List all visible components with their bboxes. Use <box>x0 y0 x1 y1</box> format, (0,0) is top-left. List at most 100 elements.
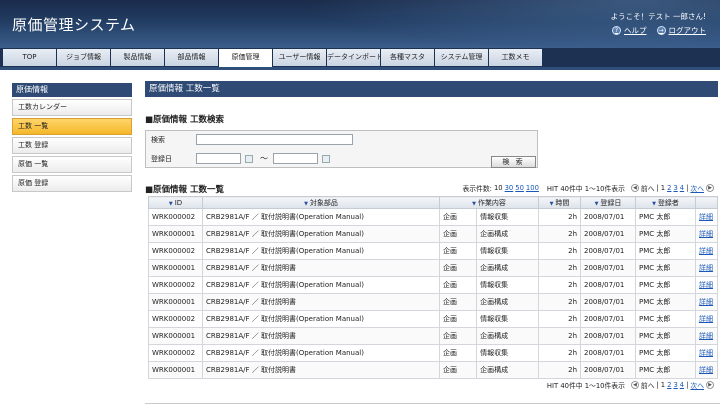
logout-link[interactable]: → ログアウト <box>656 25 706 36</box>
next-arrow-icon[interactable]: ▶ <box>706 184 714 192</box>
cell-target-part: CRB2981A/F ／ 取付説明書(Operation Manual) <box>202 310 440 328</box>
table-row: WRK000002 CRB2981A/F ／ 取付説明書(Operation Ma… <box>148 344 718 362</box>
cell-time: 2h <box>538 310 581 328</box>
prev-page-label[interactable]: 前へ <box>641 183 655 193</box>
page-1[interactable]: 1 <box>661 184 665 192</box>
help-link[interactable]: ? ヘルプ <box>612 25 647 36</box>
prev-page-label[interactable]: 前へ <box>641 380 655 390</box>
tab-job-info[interactable]: ジョブ情報 <box>57 49 110 66</box>
detail-link[interactable]: 詳細 <box>699 213 713 221</box>
prev-arrow-icon[interactable]: ◀ <box>630 184 639 192</box>
col-registered-by[interactable]: ▼ 登録者 <box>635 196 696 209</box>
col-registered-date[interactable]: ▼ 登録日 <box>580 196 636 209</box>
cell-id: WRK000001 <box>148 327 203 345</box>
display-count-50[interactable]: 50 <box>515 184 524 192</box>
nav-tabbar: TOP ジョブ情報 製品情報 部品情報 原価管理 ユーザー情報 データインポート… <box>0 48 720 70</box>
sidebar-item-cost-list[interactable]: 原価 一覧 <box>12 156 132 173</box>
cell-work-content: 情報収集 <box>476 344 539 362</box>
cell-work-content: 情報収集 <box>476 310 539 328</box>
cell-registered-date: 2008/07/01 <box>580 327 636 345</box>
cell-detail: 詳細 <box>695 293 718 311</box>
tab-parts-info[interactable]: 部品情報 <box>165 49 218 66</box>
detail-link[interactable]: 詳細 <box>699 281 713 289</box>
next-page-label[interactable]: 次へ <box>690 380 704 390</box>
sidebar-item-work-list[interactable]: 工数 一覧 <box>12 118 132 135</box>
page-1[interactable]: 1 <box>661 381 665 389</box>
cell-work-content: 企画構成 <box>476 327 539 345</box>
tab-cost-management[interactable]: 原価管理 <box>219 49 272 68</box>
date-to-input[interactable] <box>273 153 318 164</box>
table-row: WRK000002 CRB2981A/F ／ 取付説明書(Operation Ma… <box>148 276 718 294</box>
date-from-input[interactable] <box>196 153 241 164</box>
cell-registered-by: PMC 太郎 <box>635 327 696 345</box>
list-section-title: ■原価情報 工数一覧 <box>145 185 224 195</box>
display-count-30[interactable]: 30 <box>505 184 514 192</box>
help-label: ヘルプ <box>624 26 647 35</box>
detail-link[interactable]: 詳細 <box>699 298 713 306</box>
calendar-icon[interactable] <box>322 155 330 163</box>
cell-detail: 詳細 <box>695 327 718 345</box>
tab-top[interactable]: TOP <box>3 49 56 66</box>
next-page-label[interactable]: 次へ <box>690 183 704 193</box>
list-header: ■原価情報 工数一覧 表示件数: 10 30 50 100 HIT 40件中 1… <box>145 183 718 195</box>
tab-work-memo[interactable]: 工数メモ <box>489 49 542 66</box>
cell-registered-date: 2008/07/01 <box>580 344 636 362</box>
cell-work-content: 企画構成 <box>476 225 539 243</box>
cell-work-content: 企画構成 <box>476 259 539 277</box>
tab-masters[interactable]: 各種マスタ <box>381 49 434 66</box>
detail-link[interactable]: 詳細 <box>699 349 713 357</box>
display-count-100[interactable]: 100 <box>526 184 539 192</box>
col-id[interactable]: ▼ ID <box>148 196 203 209</box>
detail-link[interactable]: 詳細 <box>699 230 713 238</box>
detail-link[interactable]: 詳細 <box>699 315 713 323</box>
cell-target-part: CRB2981A/F ／ 取付説明書 <box>202 361 440 379</box>
prev-arrow-icon[interactable]: ◀ <box>630 381 639 389</box>
detail-link[interactable]: 詳細 <box>699 247 713 255</box>
cell-target-part: CRB2981A/F ／ 取付説明書 <box>202 327 440 345</box>
detail-link[interactable]: 詳細 <box>699 366 713 374</box>
tab-system-management[interactable]: システム管理 <box>435 49 488 66</box>
cell-detail: 詳細 <box>695 225 718 243</box>
search-button[interactable]: 検 索 <box>491 156 536 168</box>
page-3[interactable]: 3 <box>673 381 677 389</box>
cell-registered-date: 2008/07/01 <box>580 259 636 277</box>
display-count-10[interactable]: 10 <box>494 184 503 192</box>
cell-registered-by: PMC 太郎 <box>635 242 696 260</box>
page-3[interactable]: 3 <box>673 184 677 192</box>
table-row: WRK000001 CRB2981A/F ／ 取付説明書(Operation Ma… <box>148 225 718 243</box>
sidebar-item-cost-register[interactable]: 原価 登録 <box>12 175 132 192</box>
cell-work-content: 情報収集 <box>476 208 539 226</box>
work-table: ▼ ID ▼ 対象部品 ▼ 作業内容 ▼ 時間 ▼ 登録日 ▼ 登録者 WRK000002 C… <box>148 196 718 379</box>
cell-id: WRK000001 <box>148 361 203 379</box>
cell-work-category: 企画 <box>438 208 478 226</box>
page-4[interactable]: 4 <box>680 381 684 389</box>
detail-link[interactable]: 詳細 <box>699 332 713 340</box>
keyword-input[interactable] <box>196 134 353 145</box>
tab-data-import[interactable]: データインポート <box>327 49 380 66</box>
sidebar-item-work-calendar[interactable]: 工数カレンダー <box>12 99 132 116</box>
detail-link[interactable]: 詳細 <box>699 264 713 272</box>
page-4[interactable]: 4 <box>680 184 684 192</box>
cell-registered-by: PMC 太郎 <box>635 276 696 294</box>
tab-product-info[interactable]: 製品情報 <box>111 49 164 66</box>
cell-work-category: 企画 <box>438 225 478 243</box>
page-2[interactable]: 2 <box>667 184 671 192</box>
table-row: WRK000002 CRB2981A/F ／ 取付説明書(Operation Ma… <box>148 310 718 328</box>
col-time[interactable]: ▼ 時間 <box>538 196 581 209</box>
calendar-icon[interactable] <box>245 155 253 163</box>
cell-id: WRK000002 <box>148 208 203 226</box>
page-2[interactable]: 2 <box>667 381 671 389</box>
col-target-part[interactable]: ▼ 対象部品 <box>202 196 440 209</box>
cell-target-part: CRB2981A/F ／ 取付説明書 <box>202 259 440 277</box>
next-arrow-icon[interactable]: ▶ <box>706 381 714 389</box>
page-title: 原価情報 工数一覧 <box>145 81 718 97</box>
cell-detail: 詳細 <box>695 344 718 362</box>
cell-target-part: CRB2981A/F ／ 取付説明書(Operation Manual) <box>202 344 440 362</box>
tab-user-info[interactable]: ユーザー情報 <box>273 49 326 66</box>
sidebar-item-work-register[interactable]: 工数 登録 <box>12 137 132 154</box>
cell-id: WRK000001 <box>148 259 203 277</box>
col-work-content[interactable]: ▼ 作業内容 <box>439 196 539 209</box>
cell-id: WRK000002 <box>148 276 203 294</box>
cell-registered-by: PMC 太郎 <box>635 310 696 328</box>
cell-work-category: 企画 <box>438 327 478 345</box>
